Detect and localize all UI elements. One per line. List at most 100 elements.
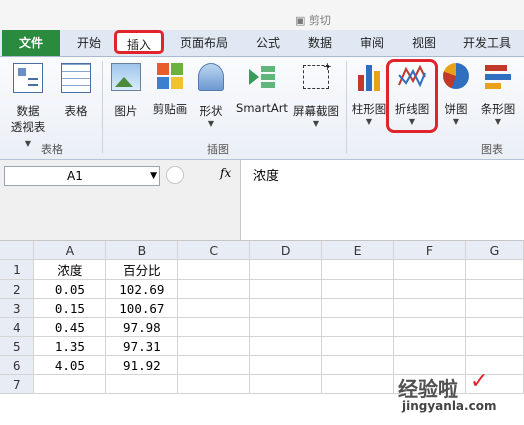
clipart-button[interactable]: 剪贴画: [150, 63, 190, 117]
bar-chart-button[interactable]: 条形图 ▼: [476, 63, 520, 126]
cancel-icon[interactable]: [166, 166, 184, 184]
cell[interactable]: [393, 279, 466, 299]
row-header[interactable]: 4: [0, 317, 35, 337]
tab-review[interactable]: 审阅: [356, 30, 388, 56]
cell[interactable]: [393, 259, 466, 280]
cell[interactable]: [465, 317, 524, 337]
table-row: 2 0.05 102.69: [0, 279, 524, 299]
cell[interactable]: [465, 336, 524, 356]
bar-chart-icon: [485, 63, 511, 91]
cell[interactable]: [177, 374, 251, 394]
cell[interactable]: [249, 317, 323, 337]
name-box[interactable]: A1 ▼: [4, 166, 160, 186]
cell[interactable]: [393, 355, 466, 375]
row-header[interactable]: 5: [0, 336, 35, 356]
row-header[interactable]: 7: [0, 374, 35, 394]
watermark-url: jingyanla.com: [402, 399, 497, 413]
cell[interactable]: [249, 259, 323, 280]
cell[interactable]: [321, 355, 395, 375]
cell[interactable]: [321, 259, 395, 280]
cell[interactable]: [33, 374, 107, 394]
screenshot-button[interactable]: + 屏幕截图 ▼: [290, 60, 342, 128]
tab-formulas[interactable]: 公式: [252, 30, 284, 56]
row-header[interactable]: 3: [0, 298, 35, 318]
bar-chart-caret: ▼: [494, 117, 502, 126]
table-row: 4 0.45 97.98: [0, 317, 524, 337]
cell[interactable]: 0.05: [33, 279, 107, 299]
cell[interactable]: [249, 374, 323, 394]
cell[interactable]: 91.92: [105, 355, 179, 375]
column-header[interactable]: A: [33, 241, 107, 260]
cell[interactable]: 100.67: [105, 298, 179, 318]
pie-chart-label: 饼图: [444, 102, 468, 116]
cell[interactable]: [105, 374, 179, 394]
cell[interactable]: [465, 298, 524, 318]
formula-input[interactable]: 浓度: [240, 160, 524, 240]
row-header[interactable]: 6: [0, 355, 35, 375]
column-header[interactable]: F: [393, 241, 466, 260]
row-header[interactable]: 1: [0, 259, 35, 280]
cell[interactable]: [249, 336, 323, 356]
fx-icon[interactable]: fx: [220, 166, 231, 180]
cell[interactable]: [393, 298, 466, 318]
cell[interactable]: [321, 336, 395, 356]
table-row: 5 1.35 97.31: [0, 336, 524, 356]
ribbon-insert: 数据 透视表 ▼ 表格 表格 图片 剪贴画 形状 ▼ SmartArt + 屏幕…: [0, 57, 524, 160]
spreadsheet-grid[interactable]: A B C D E F G 1 浓度 百分比 2 0.05 102.69 3 0…: [0, 241, 524, 425]
cell[interactable]: [177, 336, 251, 356]
picture-button[interactable]: 图片: [108, 63, 144, 119]
cell[interactable]: 0.45: [33, 317, 107, 337]
tab-view[interactable]: 视图: [408, 30, 440, 56]
tab-developer[interactable]: 开发工具: [458, 30, 516, 56]
table-button[interactable]: 表格: [58, 63, 94, 119]
cell[interactable]: 浓度: [33, 259, 107, 280]
cell[interactable]: 1.35: [33, 336, 107, 356]
tab-data[interactable]: 数据: [304, 30, 336, 56]
cell[interactable]: [465, 259, 524, 280]
row-header[interactable]: 2: [0, 279, 35, 299]
ribbon-tab-row: 文件 开始 插入 页面布局 公式 数据 审阅 视图 开发工具: [0, 30, 524, 57]
tab-page-layout[interactable]: 页面布局: [176, 30, 232, 56]
column-chart-button[interactable]: 柱形图 ▼: [350, 63, 388, 126]
cell[interactable]: 0.15: [33, 298, 107, 318]
cell[interactable]: [177, 317, 251, 337]
column-header[interactable]: C: [177, 241, 251, 260]
picture-icon: [111, 63, 141, 91]
cell[interactable]: [249, 355, 323, 375]
cell[interactable]: [177, 259, 251, 280]
cell[interactable]: [465, 279, 524, 299]
cell[interactable]: [393, 336, 466, 356]
select-all-corner[interactable]: [0, 241, 35, 260]
cell[interactable]: 百分比: [105, 259, 179, 280]
cell[interactable]: [249, 298, 323, 318]
column-chart-caret: ▼: [365, 117, 373, 126]
column-header[interactable]: B: [105, 241, 179, 260]
group-label-illustrations: 插图: [207, 143, 229, 156]
tab-home[interactable]: 开始: [72, 30, 106, 56]
group-separator: [346, 61, 347, 153]
cell[interactable]: [321, 279, 395, 299]
cell[interactable]: 102.69: [105, 279, 179, 299]
cell[interactable]: 97.31: [105, 336, 179, 356]
tab-file[interactable]: 文件: [2, 30, 60, 56]
shapes-button[interactable]: 形状 ▼: [196, 63, 226, 128]
pivot-table-button[interactable]: 数据 透视表 ▼: [6, 63, 50, 149]
column-header[interactable]: D: [249, 241, 323, 260]
column-header[interactable]: G: [465, 241, 524, 260]
cell[interactable]: [393, 317, 466, 337]
cell[interactable]: 4.05: [33, 355, 107, 375]
cell[interactable]: [249, 279, 323, 299]
cell[interactable]: [321, 298, 395, 318]
column-header[interactable]: E: [321, 241, 395, 260]
smartart-button[interactable]: SmartArt: [232, 63, 292, 115]
tab-insert[interactable]: 插入: [114, 30, 164, 54]
cell[interactable]: [321, 317, 395, 337]
smartart-label: SmartArt: [236, 101, 288, 115]
cell[interactable]: [177, 355, 251, 375]
cell[interactable]: [177, 279, 251, 299]
name-box-dropdown-icon[interactable]: ▼: [150, 167, 157, 185]
cell[interactable]: [177, 298, 251, 318]
pie-chart-button[interactable]: 饼图 ▼: [440, 63, 472, 126]
cell[interactable]: [321, 374, 395, 394]
cell[interactable]: 97.98: [105, 317, 179, 337]
